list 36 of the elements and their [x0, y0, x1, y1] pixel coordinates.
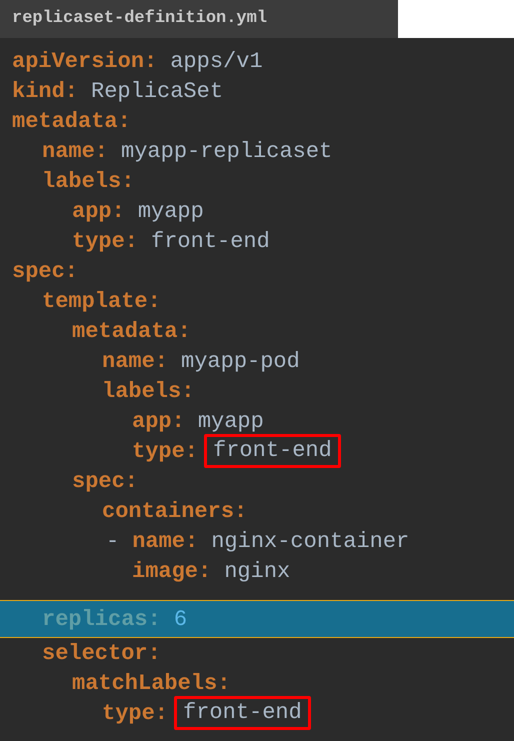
yaml-key: spec: [72, 468, 138, 494]
yaml-value: myapp-replicaset [121, 138, 332, 164]
yaml-value: nginx-container [211, 528, 410, 554]
yaml-key: kind: [12, 78, 78, 104]
boxed-yaml-value: front-end [174, 696, 311, 730]
yaml-key: metadata: [12, 108, 131, 134]
yaml-value: myapp-pod [181, 348, 300, 374]
yaml-key: image: [132, 558, 212, 584]
yaml-value: ReplicaSet [91, 78, 224, 104]
yaml-key: name: [42, 138, 108, 164]
yaml-key: type: [132, 438, 198, 464]
yaml-value: myapp [198, 408, 264, 434]
yaml-value: nginx [224, 558, 290, 584]
yaml-key: labels: [42, 168, 134, 194]
yaml-key: name: [132, 528, 198, 554]
list-dash: - [106, 528, 120, 554]
yaml-key: containers: [102, 498, 248, 524]
yaml-value: myapp [138, 198, 204, 224]
yaml-key: template: [42, 288, 161, 314]
yaml-key: replicas: [42, 606, 161, 632]
yaml-key: matchLabels: [72, 670, 230, 696]
yaml-key: apiVersion: [12, 48, 158, 74]
yaml-key: labels: [102, 378, 194, 404]
yaml-value: front-end [151, 228, 270, 254]
boxed-yaml-value: front-end [204, 434, 341, 468]
yaml-key: type: [72, 228, 138, 254]
yaml-key: spec: [12, 258, 78, 284]
yaml-key: selector: [42, 640, 161, 666]
yaml-key: metadata: [72, 318, 191, 344]
yaml-key: name: [102, 348, 168, 374]
yaml-key: app: [132, 408, 185, 434]
yaml-value: 6 [174, 606, 188, 632]
file-tab[interactable]: replicaset-definition.yml [0, 0, 398, 38]
yaml-key: app: [72, 198, 125, 224]
yaml-value: apps/v1 [170, 48, 263, 74]
yaml-key: type: [102, 700, 168, 726]
